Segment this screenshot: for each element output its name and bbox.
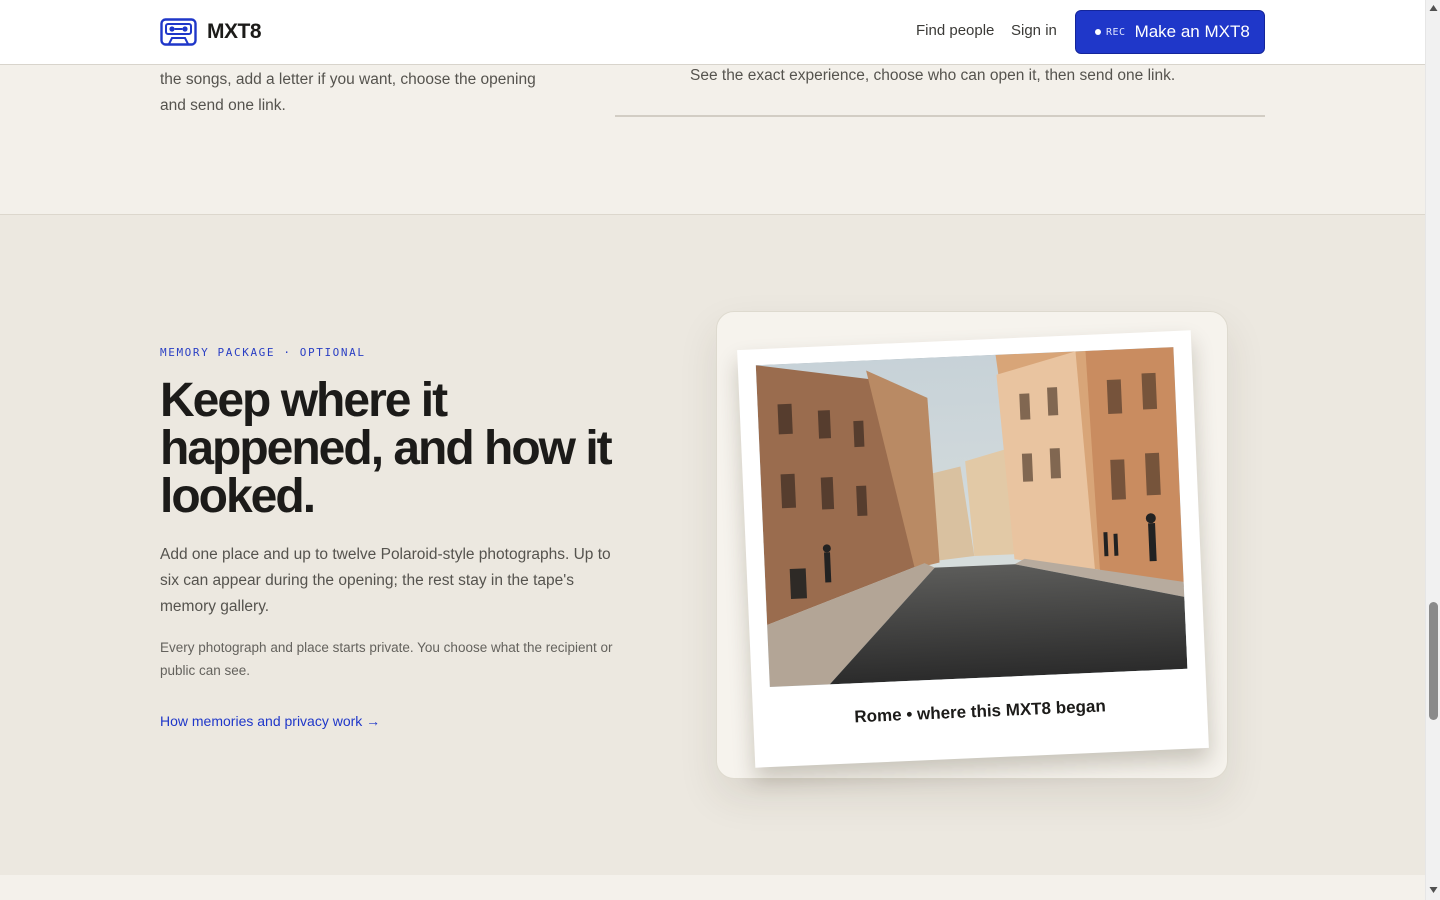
privacy-note: Every photograph and place starts privat…	[160, 640, 613, 678]
divider	[615, 115, 1265, 117]
polaroid-preview-card: Rome • where this MXT8 began	[716, 311, 1228, 779]
section-headline: Keep where it happened, and how it looke…	[160, 374, 613, 523]
polaroid-caption: Rome • where this MXT8 began	[854, 696, 1107, 727]
section-body: Add one place and up to twelve Polaroid-…	[160, 546, 611, 615]
memories-privacy-link[interactable]: How memories and privacy work →	[160, 713, 380, 729]
cassette-tape-icon	[160, 18, 197, 46]
scroll-down-arrow-icon[interactable]	[1429, 886, 1438, 894]
nav-sign-in-link[interactable]: Sign in	[1011, 22, 1057, 39]
section-eyebrow: MEMORY PACKAGE · OPTIONAL	[160, 346, 366, 359]
brand-name: MXT8	[207, 20, 262, 43]
record-dot-icon	[1095, 29, 1101, 35]
scrollbar-thumb[interactable]	[1429, 602, 1438, 720]
rec-label: REC	[1106, 26, 1126, 38]
how-it-works-section: the songs, add a letter if you want, cho…	[0, 65, 1425, 215]
rec-indicator: REC	[1095, 27, 1126, 38]
next-section-edge	[0, 875, 1425, 900]
brand-logo[interactable]: MXT8	[160, 16, 262, 48]
make-mxt8-button[interactable]: REC Make an MXT8	[1075, 10, 1265, 54]
memory-package-section: MEMORY PACKAGE · OPTIONAL Keep where it …	[0, 215, 1425, 875]
page-scrollbar[interactable]	[1425, 0, 1440, 900]
nav-find-people-link[interactable]: Find people	[916, 22, 994, 39]
scroll-up-arrow-icon[interactable]	[1429, 4, 1438, 12]
intro-left-text: the songs, add a letter if you want, cho…	[160, 71, 536, 114]
make-mxt8-label: Make an MXT8	[1134, 22, 1250, 41]
polaroid-photo-frame: Rome • where this MXT8 began	[737, 330, 1209, 768]
rome-street-photo	[755, 347, 1188, 687]
site-header: MXT8 Find people Sign in REC Make an MXT…	[0, 0, 1425, 65]
intro-right-text: See the exact experience, choose who can…	[690, 67, 1176, 84]
street-scene-illustration	[755, 347, 1188, 687]
